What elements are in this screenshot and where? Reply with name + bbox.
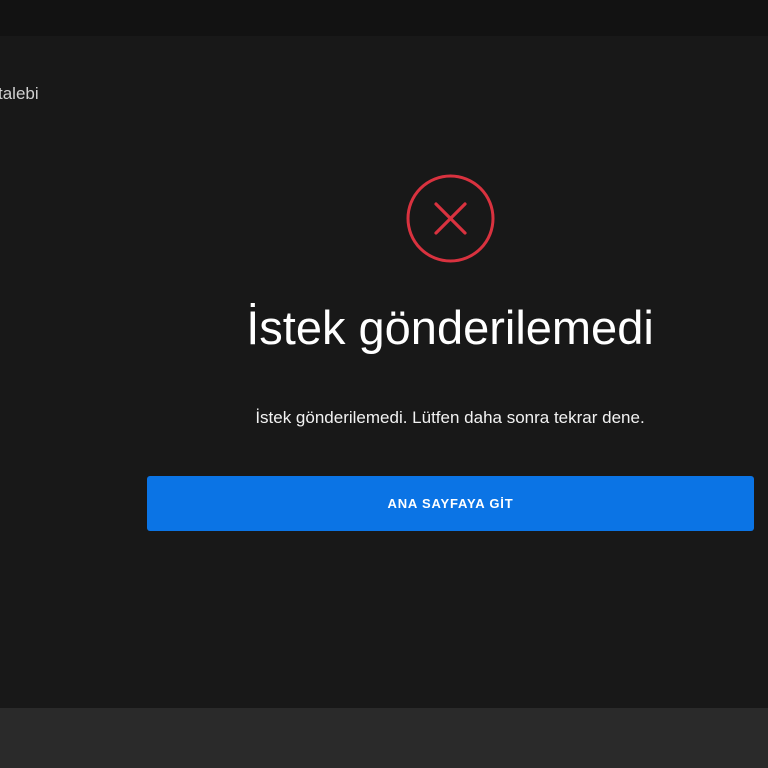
error-message: İstek gönderilemedi. Lütfen daha sonra t… [255,408,645,427]
top-bar [0,0,768,36]
main-content [0,36,768,708]
footer-bar [0,708,768,768]
go-home-button[interactable]: ANA SAYFAYA GİT [147,476,754,531]
error-title: İstek gönderilemedi [246,301,654,354]
close-circle-icon [406,174,495,263]
breadcrumb[interactable]: talebi [0,84,39,104]
